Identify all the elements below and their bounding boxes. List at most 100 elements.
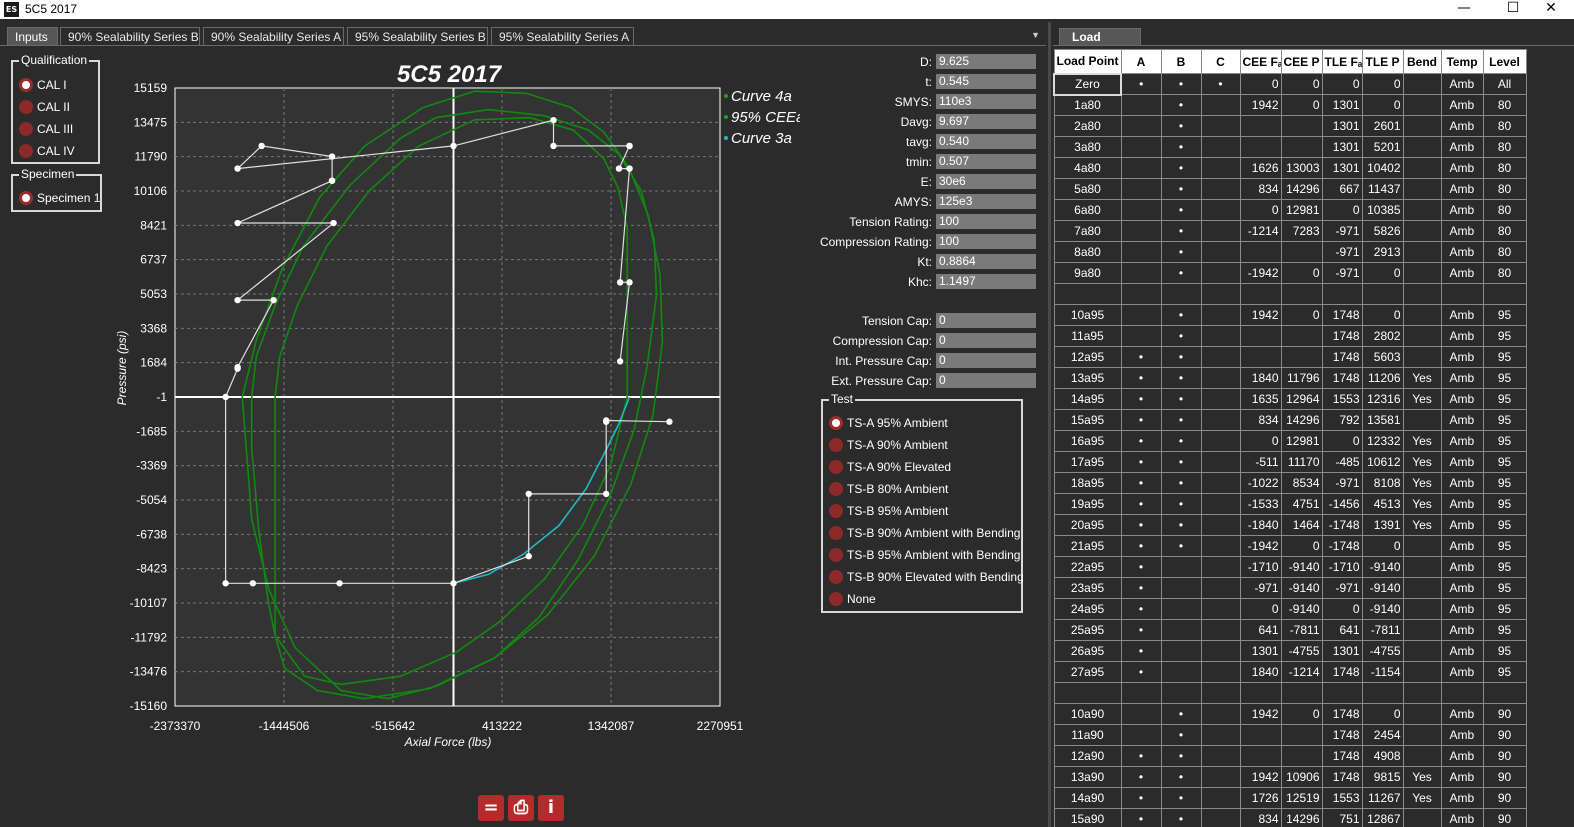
radio-test-option[interactable]: TS-A 90% Ambient [829,436,948,454]
table-row[interactable]: 4a80 • 1626 13003 1301 10402 Amb 80 [1053,157,1527,179]
param-input[interactable]: 0.507 [936,154,1036,169]
param-input[interactable]: 9.625 [936,54,1036,69]
column-header[interactable]: TLE Fₐ [1321,49,1363,74]
tab-95-series-b[interactable]: 95% Sealability Series B [347,27,488,46]
table-cell [1402,73,1442,95]
minimize-button[interactable]: — [1441,0,1487,19]
table-row[interactable]: 11a95 • 1748 2802 Amb 95 [1053,325,1527,347]
equals-button[interactable]: = [478,795,504,821]
table-row[interactable] [1053,682,1527,704]
table-cell: 1942 [1239,766,1282,788]
param-input[interactable]: 0.545 [936,74,1036,89]
table-cell: 1626 [1239,157,1282,179]
param-input[interactable]: 100 [936,214,1036,229]
param-input[interactable]: 125e3 [936,194,1036,209]
table-row[interactable]: 5a80 • 834 14296 667 11437 Amb 80 [1053,178,1527,200]
table-row[interactable]: 2a80 • 1301 2601 Amb 80 [1053,115,1527,137]
table-row[interactable]: 7a80 • -1214 7283 -971 5826 Amb 80 [1053,220,1527,242]
param-input[interactable]: 30e6 [936,174,1036,189]
tab-90-series-b[interactable]: 90% Sealability Series B [60,27,200,46]
table-row[interactable]: 8a80 • -971 2913 Amb 80 [1053,241,1527,263]
table-cell: 7a80 [1053,220,1122,242]
column-header[interactable]: C [1200,49,1241,74]
info-button[interactable]: i [538,795,564,821]
table-row[interactable]: 21a95 • • -1942 0 -1748 0 Amb 95 [1053,535,1527,557]
param-input[interactable]: 100 [936,234,1036,249]
load-point-marker [626,165,633,172]
table-cell: 1301 [1321,94,1363,116]
radio-test-option[interactable]: TS-B 95% Ambient with Bending [829,546,1020,564]
cap-input[interactable]: 0 [936,373,1036,388]
close-button[interactable]: ✕ [1528,0,1574,19]
tab-95-series-a[interactable]: 95% Sealability Series A [491,27,634,46]
column-header[interactable]: B [1160,49,1202,74]
tab-load-points[interactable]: Load Points [1059,28,1141,61]
table-row[interactable]: 13a95 • • 1840 11796 1748 11206 Yes Amb 95 [1053,367,1527,389]
table-row[interactable]: 14a90 • • 1726 12519 1553 11267 Yes Amb 90 [1053,787,1527,809]
radio-test-option[interactable]: TS-B 90% Ambient with Bending [829,524,1020,542]
column-header[interactable]: A [1120,49,1162,74]
table-row[interactable]: 9a80 • -1942 0 -971 0 Amb 80 [1053,262,1527,284]
param-input[interactable]: 110e3 [936,94,1036,109]
column-header[interactable]: CEE Fₐ [1239,49,1282,74]
table-row[interactable]: 26a95 • 1301 -4755 1301 -4755 Amb 95 [1053,640,1527,662]
table-row[interactable]: 10a90 • 1942 0 1748 0 Amb 90 [1053,703,1527,725]
table-row[interactable]: 11a90 • 1748 2454 Amb 90 [1053,724,1527,746]
table-row[interactable]: 22a95 • -1710 -9140 -1710 -9140 Amb 95 [1053,556,1527,578]
table-row[interactable]: 14a95 • • 1635 12964 1553 12316 Yes Amb 95 [1053,388,1527,410]
param-row: Kt: 0.8864 [760,254,1040,270]
table-row[interactable]: 3a80 • 1301 5201 Amb 80 [1053,136,1527,158]
param-input[interactable]: 1.1497 [936,274,1036,289]
table-row[interactable]: 12a95 • • 1748 5603 Amb 95 [1053,346,1527,368]
param-input[interactable]: 0.540 [936,134,1036,149]
print-button[interactable]: ⎙ [508,795,534,821]
tab-90-series-a[interactable]: 90% Sealability Series A [203,27,344,46]
tab-inputs[interactable]: Inputs [7,27,58,46]
table-row[interactable]: 6a80 • 0 12981 0 10385 Amb 80 [1053,199,1527,221]
radio-test-option[interactable]: TS-A 90% Elevated [829,458,951,476]
pane-splitter[interactable] [1048,22,1051,827]
table-row[interactable]: 10a95 • 1942 0 1748 0 Amb 95 [1053,304,1527,326]
table-row[interactable]: 13a90 • • 1942 10906 1748 9815 Yes Amb 90 [1053,766,1527,788]
radio-test-option[interactable]: TS-B 95% Ambient [829,502,948,520]
table-row[interactable]: Zero • • • 0 0 0 0 Amb All [1053,72,1527,96]
table-row[interactable]: 15a90 • • 834 14296 751 12867 Amb 90 [1053,808,1527,827]
table-cell: Amb [1440,178,1484,200]
cap-input[interactable]: 0 [936,333,1036,348]
column-header[interactable]: Temp [1440,49,1484,74]
table-row[interactable]: 12a90 • • 1748 4908 Amb 90 [1053,745,1527,767]
table-row[interactable] [1053,283,1527,305]
param-label: Tension Rating: [849,215,932,229]
column-header[interactable]: CEE P [1280,49,1323,74]
radio-test-option[interactable]: TS-A 95% Ambient [829,414,948,432]
table-row[interactable]: 17a95 • • -511 11170 -485 10612 Yes Amb 95 [1053,451,1527,473]
table-cell: -4755 [1280,640,1323,662]
param-input[interactable]: 9.697 [936,114,1036,129]
table-cell [1160,661,1202,683]
table-row[interactable]: 15a95 • • 834 14296 792 13581 Amb 95 [1053,409,1527,431]
table-row[interactable]: 1a80 • 1942 0 1301 0 Amb 80 [1053,94,1527,116]
table-row[interactable]: 24a95 • 0 -9140 0 -9140 Amb 95 [1053,598,1527,620]
radio-test-option[interactable]: TS-B 80% Ambient [829,480,948,498]
cap-input[interactable]: 0 [936,353,1036,368]
table-cell [1120,157,1162,179]
tab-overflow-chevron-icon[interactable]: ▼ [1031,30,1040,40]
column-header[interactable]: Level [1482,49,1527,74]
cap-input[interactable]: 0 [936,313,1036,328]
table-row[interactable]: 19a95 • • -1533 4751 -1456 4513 Yes Amb 95 [1053,493,1527,515]
table-row[interactable]: 18a95 • • -1022 8534 -971 8108 Yes Amb 95 [1053,472,1527,494]
table-row[interactable]: 16a95 • • 0 12981 0 12332 Yes Amb 95 [1053,430,1527,452]
param-input[interactable]: 0.8864 [936,254,1036,269]
table-cell [1482,682,1527,704]
radio-test-option[interactable]: TS-B 90% Elevated with Bending [829,568,1024,586]
column-header[interactable]: Bend [1402,49,1442,74]
table-row[interactable]: 27a95 • 1840 -1214 1748 -1154 Amb 95 [1053,661,1527,683]
table-row[interactable]: 25a95 • 641 -7811 641 -7811 Amb 95 [1053,619,1527,641]
table-row[interactable]: 23a95 • -971 -9140 -971 -9140 Amb 95 [1053,577,1527,599]
cap-row: Tension Cap: 0 [760,313,1040,329]
table-row[interactable]: 20a95 • • -1840 1464 -1748 1391 Yes Amb 95 [1053,514,1527,536]
column-header[interactable]: TLE P [1361,49,1404,74]
radio-test-option[interactable]: None [829,590,876,608]
table-cell: 9a80 [1053,262,1122,284]
column-header[interactable]: Load Point [1053,49,1122,74]
